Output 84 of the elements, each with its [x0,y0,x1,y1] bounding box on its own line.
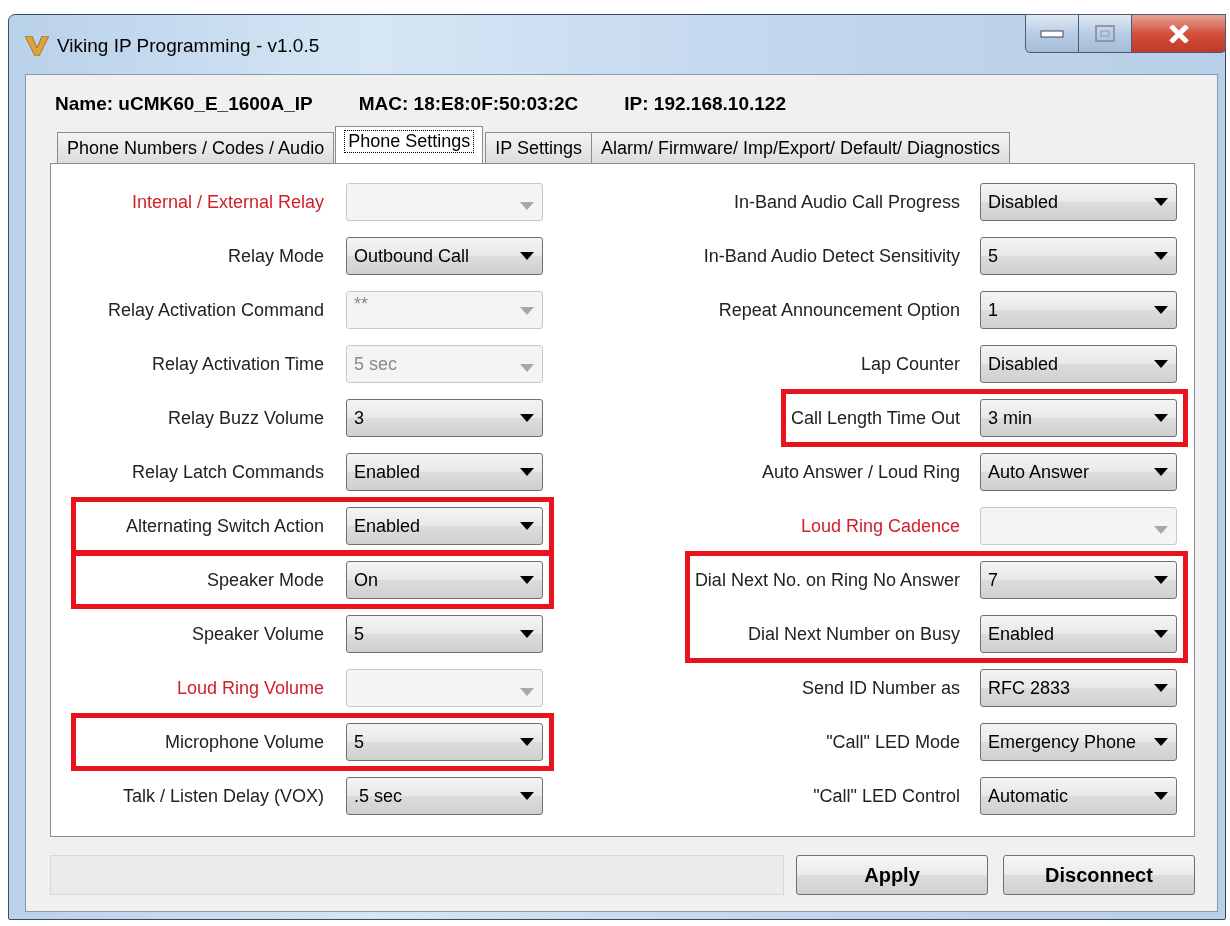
caret-icon [520,252,534,260]
dropdown[interactable]: Automatic [980,777,1177,815]
caret-icon [520,688,534,696]
dropdown[interactable]: Emergency Phone [980,723,1177,761]
dropdown[interactable]: 5 [346,615,543,653]
caret-icon [1154,252,1168,260]
field-label: Repeat Announcement Option [718,299,960,321]
field-label: Dial Next No. on Ring No Answer [694,569,960,591]
field-label: "Call" LED Mode [826,731,960,753]
caret-icon [1154,684,1168,692]
dropdown[interactable]: Enabled [346,453,543,491]
caret-icon [520,792,534,800]
tab[interactable]: Phone Settings [335,126,484,163]
caret-icon [520,576,534,584]
dropdown[interactable]: 5 [980,237,1177,275]
tab[interactable]: Phone Numbers / Codes / Audio [57,132,335,163]
dropdown[interactable]: Outbound Call [346,237,543,275]
caret-icon [1154,630,1168,638]
ip-address: IP: 192.168.10.122 [624,93,786,116]
caret-icon [1154,526,1168,534]
dropdown[interactable]: Disabled [980,345,1177,383]
minimize-icon [1040,29,1064,38]
dropdown[interactable]: Enabled [346,507,543,545]
field-label: Auto Answer / Loud Ring [761,461,960,483]
push-button[interactable]: Disconnect [1003,855,1195,895]
caret-icon [520,738,534,746]
caret-icon [520,364,534,372]
dropdown[interactable]: 7 [980,561,1177,599]
field-label: Talk / Listen Delay (VOX) [122,785,324,807]
caret-icon [1154,198,1168,206]
dropdown[interactable]: 5 [346,723,543,761]
caret-icon [1154,792,1168,800]
field-label: Lap Counter [860,353,960,375]
maximize-button[interactable] [1079,14,1132,53]
caret-icon [1154,360,1168,368]
close-icon [1167,24,1190,43]
dropdown[interactable]: 3 min [980,399,1177,437]
field-label: Alternating Switch Action [125,515,324,537]
field-label: Speaker Mode [206,569,324,591]
maximize-icon [1095,25,1115,42]
caret-icon [1154,576,1168,584]
caret-icon [520,414,534,422]
field-label: Relay Latch Commands [131,461,324,483]
field-label: In-Band Audio Detect Sensitivity [703,245,960,267]
field-label: Relay Activation Command [107,299,324,321]
field-label: "Call" LED Control [813,785,960,807]
field-label: Loud Ring Volume [176,677,324,699]
caret-icon [520,522,534,530]
caret-icon [520,307,534,315]
logo-icon [25,36,49,56]
dropdown[interactable]: On [346,561,543,599]
mac-address: MAC: 18:E8:0F:50:03:2C [358,93,579,116]
field-label: Dial Next Number on Busy [747,623,960,645]
caret-icon [520,202,534,210]
tab[interactable]: IP Settings [485,132,592,163]
field-label: Microphone Volume [164,731,324,753]
caret-icon [520,468,534,476]
field-label: Relay Mode [227,245,324,267]
dropdown[interactable]: Enabled [980,615,1177,653]
dropdown[interactable]: 1 [980,291,1177,329]
caret-icon [1154,738,1168,746]
caret-icon [1154,468,1168,476]
dropdown[interactable]: RFC 2833 [980,669,1177,707]
field-label: Speaker Volume [191,623,324,645]
field-label: Call Length Time Out [790,407,960,429]
field-label: Loud Ring Cadence [800,515,960,537]
dropdown[interactable]: 3 [346,399,543,437]
minimize-button[interactable] [1025,14,1079,53]
field-label: Send ID Number as [801,677,960,699]
field-label: Relay Activation Time [151,353,324,375]
dropdown[interactable]: .5 sec [346,777,543,815]
field-label: In-Band Audio Call Progress [733,191,960,213]
dropdown[interactable]: Auto Answer [980,453,1177,491]
dropdown[interactable]: Disabled [980,183,1177,221]
device-name: Name: uCMK60_E_1600A_IP [55,93,313,116]
caret-icon [1154,414,1168,422]
window-title: Viking IP Programming - v1.0.5 [57,35,320,57]
field-label: Relay Buzz Volume [167,407,324,429]
push-button[interactable]: Apply [796,855,988,895]
caret-icon [520,630,534,638]
close-button[interactable] [1132,14,1226,53]
field-label: Internal / External Relay [131,191,324,213]
caret-icon [1154,306,1168,314]
tab[interactable]: Alarm/ Firmware/ Imp/Export/ Default/ Diagnostics [591,132,1011,163]
